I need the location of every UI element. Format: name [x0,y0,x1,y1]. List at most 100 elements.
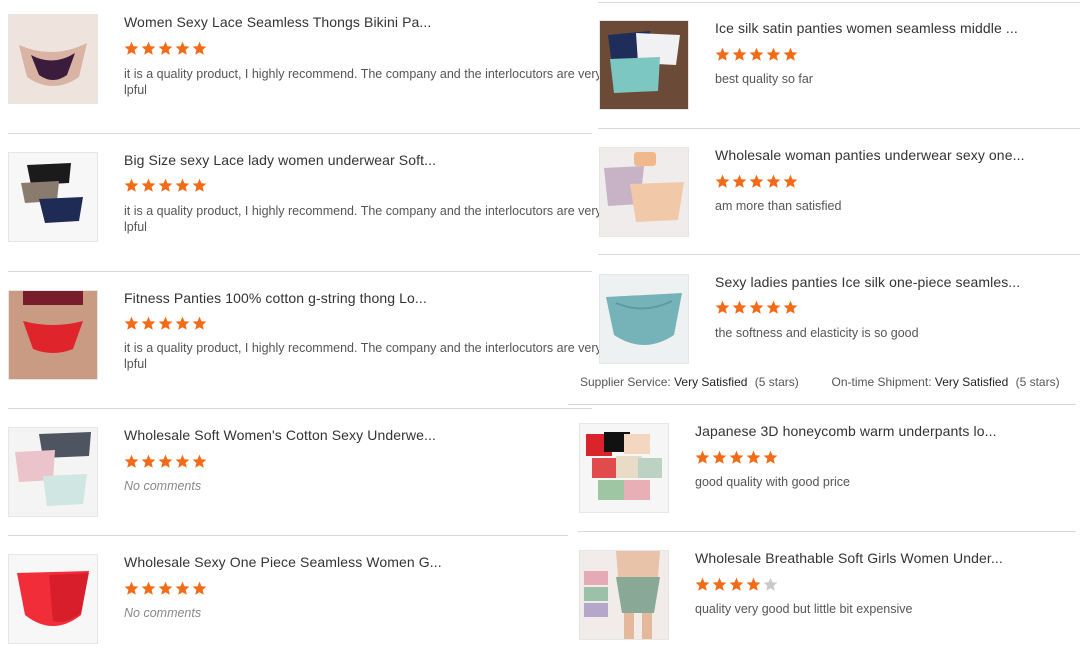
star-icon [749,47,764,61]
divider [568,404,1076,405]
rating-stars [124,41,207,56]
review-comment: No comments [124,605,201,621]
divider [598,2,1080,3]
star-icon [124,454,139,468]
product-thumbnail[interactable] [599,20,689,110]
product-thumbnail[interactable] [579,550,669,640]
comment-line: No comments [124,479,202,493]
star-icon [158,581,173,595]
star-icon [175,454,190,468]
star-icon [695,450,710,464]
shipment-value: Very Satisfied [934,375,1009,389]
star-icon [141,581,156,595]
comment-line: No comments [124,606,202,620]
star-icon [749,300,764,314]
star-icon [766,47,781,61]
product-title[interactable]: Sexy ladies panties Ice silk one-piece s… [715,274,1020,290]
product-thumbnail[interactable] [8,554,98,644]
star-icon [746,577,761,591]
rating-stars [124,454,207,469]
star-icon [158,41,173,55]
star-icon [124,316,139,330]
star-icon [695,577,710,591]
divider [8,133,592,134]
review-comment: quality very good but little bit expensi… [695,602,913,616]
star-icon [141,454,156,468]
product-title[interactable]: Wholesale Soft Women's Cotton Sexy Under… [124,427,436,443]
star-icon [158,454,173,468]
product-thumbnail[interactable] [8,290,98,380]
product-thumbnail[interactable] [599,274,689,364]
review-comment: am more than satisfied [715,199,842,213]
star-icon [175,41,190,55]
star-icon [783,47,798,61]
comment-line: lpful [124,357,147,371]
review-comment: No comments [124,478,201,494]
product-thumbnail[interactable] [8,14,98,104]
star-icon [141,316,156,330]
star-icon [192,316,207,330]
star-icon [712,577,727,591]
review-comment: good quality with good price [695,475,850,489]
star-icon [175,581,190,595]
shipment-stars: (5 stars) [1015,375,1060,389]
star-icon [763,577,778,591]
star-icon [732,47,747,61]
star-icon [141,41,156,55]
star-icon [192,581,207,595]
rating-stars [124,178,207,193]
review-comment: it is a quality product, I highly recomm… [124,340,602,372]
comment-line: lpful [124,220,147,234]
rating-stars [695,577,778,592]
star-icon [783,174,798,188]
product-thumbnail[interactable] [579,423,669,513]
star-icon [783,300,798,314]
comment-line: it is a quality product, I highly recomm… [124,204,602,218]
rating-stars [715,300,798,315]
star-icon [715,47,730,61]
product-thumbnail[interactable] [8,152,98,242]
star-icon [192,454,207,468]
product-title[interactable]: Wholesale woman panties underwear sexy o… [715,147,1025,163]
star-icon [766,174,781,188]
supplier-rating-summary: Supplier Service: Very Satisfied (5 star… [580,375,1060,389]
product-title[interactable]: Wholesale Breathable Soft Girls Women Un… [695,550,1003,566]
star-icon [746,450,761,464]
product-title[interactable]: Japanese 3D honeycomb warm underpants lo… [695,423,997,439]
star-icon [124,41,139,55]
review-comment: best quality so far [715,72,813,86]
review-comment: the softness and elasticity is so good [715,326,919,340]
service-value: Very Satisfied [674,375,748,389]
product-thumbnail[interactable] [8,427,98,517]
star-icon [175,316,190,330]
product-title[interactable]: Ice silk satin panties women seamless mi… [715,20,1018,36]
rating-stars [715,174,798,189]
divider [8,408,592,409]
star-icon [158,316,173,330]
star-icon [729,450,744,464]
service-stars: (5 stars) [754,375,799,389]
star-icon [192,178,207,192]
product-thumbnail[interactable] [599,147,689,237]
review-comment: it is a quality product, I highly recomm… [124,66,602,98]
rating-stars [715,47,798,62]
star-icon [192,41,207,55]
star-icon [749,174,764,188]
product-title[interactable]: Wholesale Sexy One Piece Seamless Women … [124,554,442,570]
star-icon [712,450,727,464]
divider [598,254,1080,255]
star-icon [732,300,747,314]
star-icon [729,577,744,591]
divider [8,535,568,536]
product-title[interactable]: Big Size sexy Lace lady women underwear … [124,152,436,168]
star-icon [766,300,781,314]
comment-line: lpful [124,83,147,97]
star-icon [124,581,139,595]
product-title[interactable]: Fitness Panties 100% cotton g-string tho… [124,290,427,306]
divider [8,271,592,272]
review-comment: it is a quality product, I highly recomm… [124,203,602,235]
comment-line: it is a quality product, I highly recomm… [124,341,602,355]
shipment-label: On-time Shipment: [831,375,932,389]
star-icon [715,174,730,188]
product-title[interactable]: Women Sexy Lace Seamless Thongs Bikini P… [124,14,431,30]
